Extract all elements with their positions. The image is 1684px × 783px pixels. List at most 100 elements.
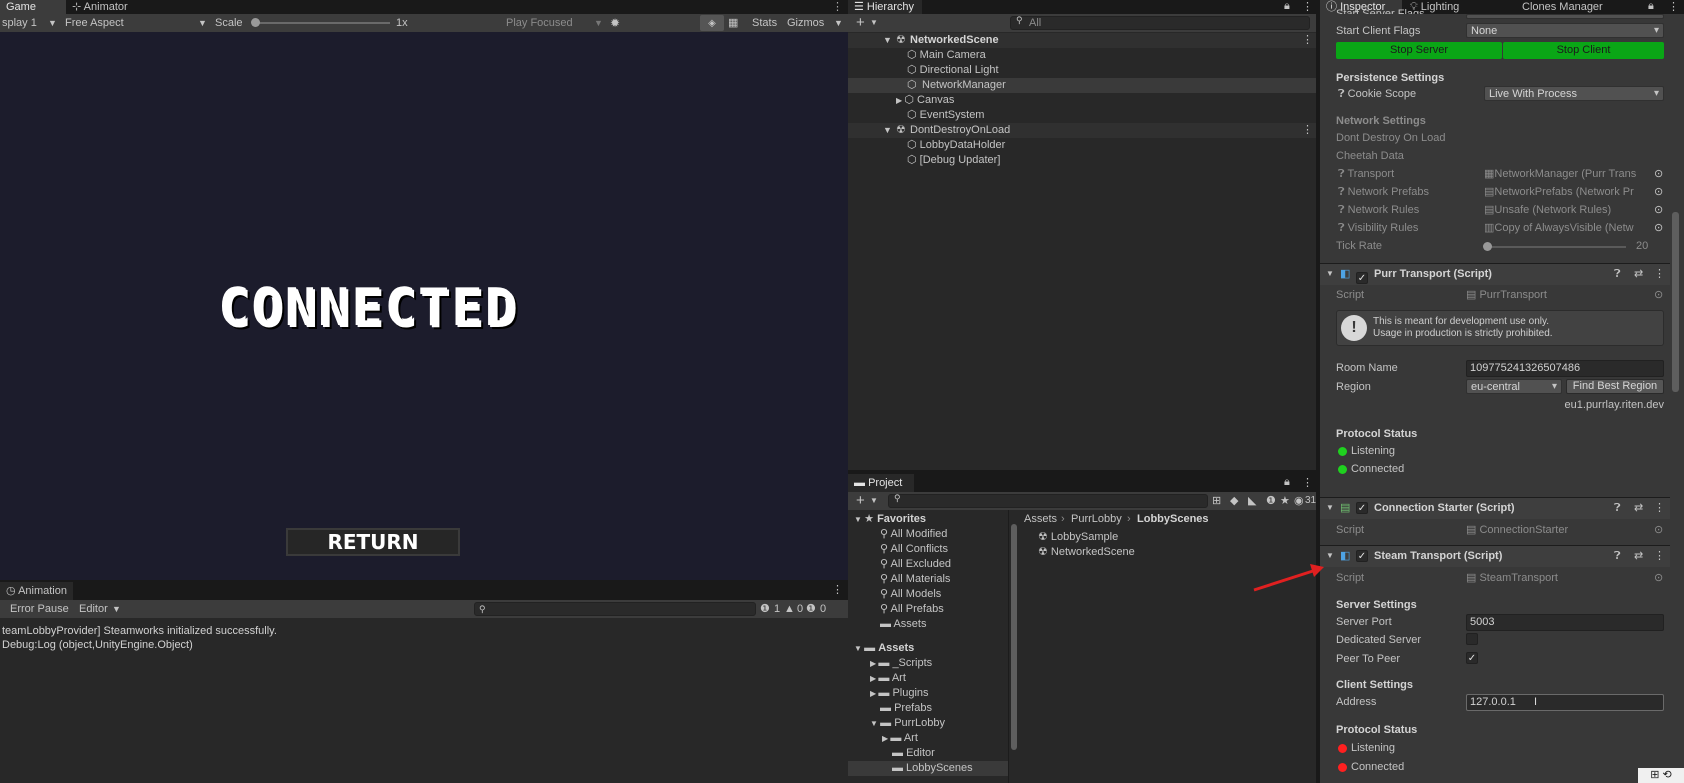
favorite-item[interactable]: ▬ Assets: [880, 617, 926, 632]
hierarchy-item[interactable]: ⬡ LobbyDataHolder: [907, 138, 1005, 153]
dedicated-server-checkbox[interactable]: [1466, 633, 1478, 646]
gizmos-button[interactable]: Gizmos: [787, 14, 824, 32]
help-icon[interactable]: ❓︎: [1614, 264, 1621, 284]
object-picker-icon[interactable]: ⊙: [1654, 220, 1663, 236]
presets-icon[interactable]: ⇄: [1634, 264, 1643, 284]
presets-icon[interactable]: ⇄: [1634, 498, 1643, 518]
object-picker-icon[interactable]: ⊙: [1654, 184, 1663, 200]
tab-animation[interactable]: ◷ Animation: [0, 582, 73, 600]
start-server-flags-dropdown[interactable]: [1466, 14, 1664, 19]
info-icon[interactable]: ❶: [1266, 492, 1276, 510]
tab-hierarchy[interactable]: ☰ Hierarchy: [848, 0, 922, 14]
favorites-header[interactable]: ▼ ★ Favorites: [854, 512, 926, 527]
favorite-item[interactable]: ⚲ All Models: [880, 587, 941, 602]
network-prefabs-field[interactable]: ▤NetworkPrefabs (Network Pr: [1484, 184, 1654, 200]
tab-project[interactable]: ▬ Project: [848, 474, 914, 492]
stop-server-button[interactable]: Stop Server: [1336, 42, 1502, 59]
info-icon[interactable]: ❶: [806, 600, 816, 618]
breadcrumb-item[interactable]: LobbyScenes: [1137, 510, 1209, 528]
script-field[interactable]: ▤ PurrTransport: [1466, 287, 1547, 303]
script-field[interactable]: ▤ SteamTransport: [1466, 570, 1558, 586]
presets-icon[interactable]: ⇄: [1634, 546, 1643, 566]
assets-header[interactable]: ▼ ▬ Assets: [854, 641, 914, 656]
favorite-item[interactable]: ⚲ All Materials: [880, 572, 950, 587]
expand-arrow-icon[interactable]: ▼: [883, 33, 892, 48]
grid-icon[interactable]: ▦: [728, 14, 738, 32]
display-dropdown[interactable]: splay 1: [2, 14, 37, 32]
folder-item[interactable]: ▬ Editor: [892, 746, 935, 761]
kebab-menu-icon[interactable]: ⋮: [1302, 33, 1313, 48]
stats-button[interactable]: Stats: [752, 14, 777, 32]
kebab-menu-icon[interactable]: ⋮: [1302, 476, 1313, 489]
connection-starter-header[interactable]: ▼ ▤ ✓ Connection Starter (Script) ❓︎ ⇄ ⋮: [1320, 497, 1670, 519]
address-input[interactable]: 127.0.0.1: [1466, 694, 1664, 711]
file-item[interactable]: ☢ LobbySample: [1038, 530, 1118, 545]
splitter[interactable]: [1008, 510, 1009, 783]
tag-icon[interactable]: ◣: [1248, 492, 1256, 510]
region-dropdown[interactable]: eu-central: [1466, 379, 1562, 394]
tab-clones-manager[interactable]: Clones Manager: [1516, 0, 1609, 14]
lock-icon[interactable]: 🔒︎: [1284, 0, 1290, 13]
game-viewport[interactable]: CONNECTED RETURN: [0, 32, 848, 580]
transport-field[interactable]: ▦NetworkManager (Purr Trans: [1484, 166, 1664, 182]
folder-item-selected[interactable]: ▬ LobbyScenes: [848, 761, 1008, 776]
start-client-flags-dropdown[interactable]: None: [1466, 23, 1664, 38]
tick-rate-value[interactable]: 20: [1636, 238, 1648, 254]
filter-by-label-icon[interactable]: ◆: [1230, 492, 1238, 510]
inspector-scrollbar[interactable]: [1672, 212, 1679, 392]
console-search-input[interactable]: ⚲: [474, 602, 756, 616]
scene-row[interactable]: ▼ ☢ DontDestroyOnLoad ⋮: [848, 123, 1316, 138]
hierarchy-search-input[interactable]: ⚲ All: [1010, 15, 1310, 30]
tab-animator[interactable]: ⊹ Animator: [66, 0, 134, 14]
favorite-item[interactable]: ⚲ All Excluded: [880, 557, 951, 572]
folder-item[interactable]: ▬ Prefabs: [880, 701, 932, 716]
help-icon[interactable]: ❓︎: [1614, 546, 1621, 566]
eye-icon[interactable]: ◉: [1294, 492, 1304, 510]
tick-rate-slider[interactable]: [1484, 246, 1626, 248]
enabled-checkbox[interactable]: ✓: [1356, 498, 1368, 518]
add-icon[interactable]: +: [856, 492, 865, 510]
folder-item[interactable]: ▼ ▬ PurrLobby: [870, 716, 945, 731]
hierarchy-item[interactable]: ⬡ [Debug Updater]: [907, 153, 1000, 168]
script-field[interactable]: ▤ ConnectionStarter: [1466, 522, 1568, 538]
folder-item[interactable]: ▶ ▬ Art: [882, 731, 918, 746]
kebab-menu-icon[interactable]: ⋮: [1302, 0, 1313, 13]
room-name-input[interactable]: 109775241326507486: [1466, 360, 1664, 377]
hierarchy-item[interactable]: ⬡ EventSystem: [907, 108, 984, 123]
aspect-dropdown[interactable]: Free Aspect: [65, 14, 124, 32]
favorite-item[interactable]: ⚲ All Modified: [880, 527, 947, 542]
scale-slider[interactable]: [252, 22, 390, 24]
visibility-rules-field[interactable]: ▥Copy of AlwaysVisible (Netw: [1484, 220, 1654, 236]
play-focused-dropdown[interactable]: Play Focused: [506, 14, 573, 32]
folder-item[interactable]: ▶ ▬ Plugins: [870, 686, 929, 701]
kebab-menu-icon[interactable]: ⋮: [1654, 546, 1665, 566]
lock-icon[interactable]: 🔒︎: [1648, 0, 1654, 13]
tick-rate-slider-handle[interactable]: [1483, 242, 1492, 251]
object-picker-icon[interactable]: ⊙: [1654, 287, 1663, 303]
server-port-input[interactable]: 5003: [1466, 614, 1664, 631]
stop-client-button[interactable]: Stop Client: [1503, 42, 1664, 59]
favorite-item[interactable]: ⚲ All Conflicts: [880, 542, 948, 557]
favorite-item[interactable]: ⚲ All Prefabs: [880, 602, 944, 617]
enabled-checkbox[interactable]: ✓: [1356, 546, 1368, 566]
kebab-menu-icon[interactable]: ⋮: [1668, 0, 1679, 13]
scrollbar[interactable]: [1011, 524, 1017, 750]
kebab-menu-icon[interactable]: ⋮: [832, 0, 843, 13]
help-icon[interactable]: ❓︎: [1614, 498, 1621, 518]
add-icon[interactable]: +: [856, 14, 865, 32]
scale-slider-handle[interactable]: [251, 18, 260, 27]
mute-audio-icon[interactable]: ◈: [700, 15, 724, 31]
folder-item[interactable]: ▶ ▬ Art: [870, 671, 906, 686]
star-icon[interactable]: ★: [1280, 492, 1290, 510]
editor-dropdown[interactable]: Editor: [79, 600, 108, 618]
kebab-menu-icon[interactable]: ⋮: [1654, 498, 1665, 518]
hierarchy-item-selected[interactable]: ⬡ NetworkManager: [848, 78, 1316, 93]
find-best-region-button[interactable]: Find Best Region: [1566, 379, 1664, 394]
lock-icon[interactable]: 🔒︎: [1284, 476, 1290, 489]
object-picker-icon[interactable]: ⊙: [1654, 202, 1663, 218]
kebab-menu-icon[interactable]: ⋮: [832, 583, 843, 596]
filter-by-type-icon[interactable]: ⊞: [1212, 492, 1221, 510]
enabled-checkbox[interactable]: ✓: [1356, 268, 1368, 288]
breadcrumb-item[interactable]: Assets: [1024, 510, 1057, 528]
cookie-scope-dropdown[interactable]: Live With Process: [1484, 86, 1664, 101]
